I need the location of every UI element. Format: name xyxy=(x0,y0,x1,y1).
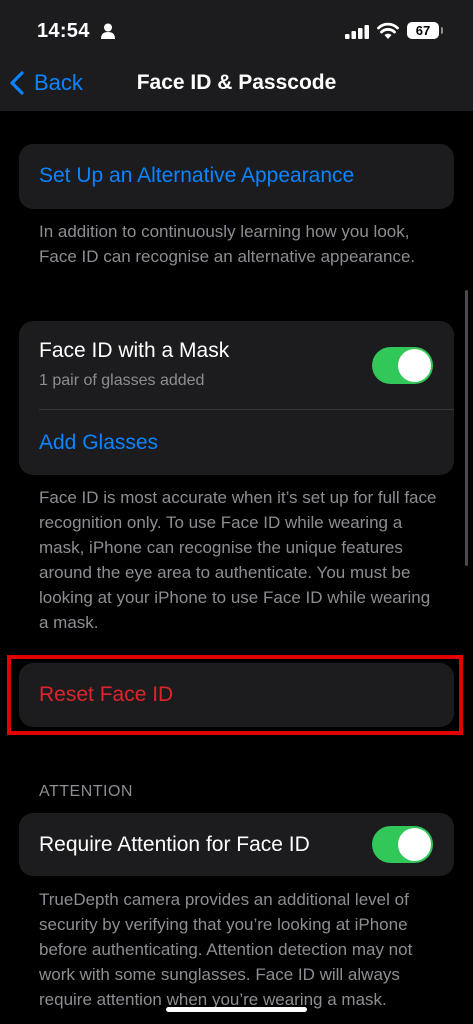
mask-title: Face ID with a Mask xyxy=(39,339,230,362)
home-indicator[interactable] xyxy=(166,1007,307,1012)
alternative-appearance-card[interactable]: Set Up an Alternative Appearance xyxy=(19,144,454,209)
battery-cap xyxy=(441,27,443,34)
status-time: 14:54 xyxy=(37,20,90,42)
toggle-knob xyxy=(398,349,431,382)
signal-icon xyxy=(345,25,369,39)
status-bar: 14:54 67 xyxy=(0,0,473,58)
highlight-box xyxy=(7,655,463,735)
toggle-knob xyxy=(398,828,431,861)
require-attention-label: Require Attention for Face ID xyxy=(39,833,310,856)
scroll-indicator[interactable] xyxy=(465,290,468,566)
attention-section-header: ATTENTION xyxy=(39,783,133,800)
add-glasses-button[interactable]: Add Glasses xyxy=(39,431,158,455)
mask-toggle[interactable] xyxy=(372,347,433,384)
mask-footnote: Face ID is most accurate when it’s set u… xyxy=(39,488,437,632)
navigation-bar: Back Face ID & Passcode xyxy=(0,58,473,111)
divider xyxy=(39,409,454,410)
page-title: Face ID & Passcode xyxy=(136,71,337,94)
wifi-icon xyxy=(377,22,399,39)
person-icon xyxy=(101,23,115,39)
require-attention-card: Require Attention for Face ID xyxy=(19,813,454,876)
alternative-appearance-footnote: In addition to continuously learning how… xyxy=(39,222,416,266)
require-attention-toggle[interactable] xyxy=(372,826,433,863)
mask-card: Face ID with a Mask 1 pair of glasses ad… xyxy=(19,321,454,475)
attention-footnote: TrueDepth camera provides an additional … xyxy=(39,890,413,1009)
battery-icon: 67 xyxy=(407,22,439,39)
mask-subtitle: 1 pair of glasses added xyxy=(39,372,205,389)
set-up-alternative-appearance-button[interactable]: Set Up an Alternative Appearance xyxy=(39,164,354,188)
